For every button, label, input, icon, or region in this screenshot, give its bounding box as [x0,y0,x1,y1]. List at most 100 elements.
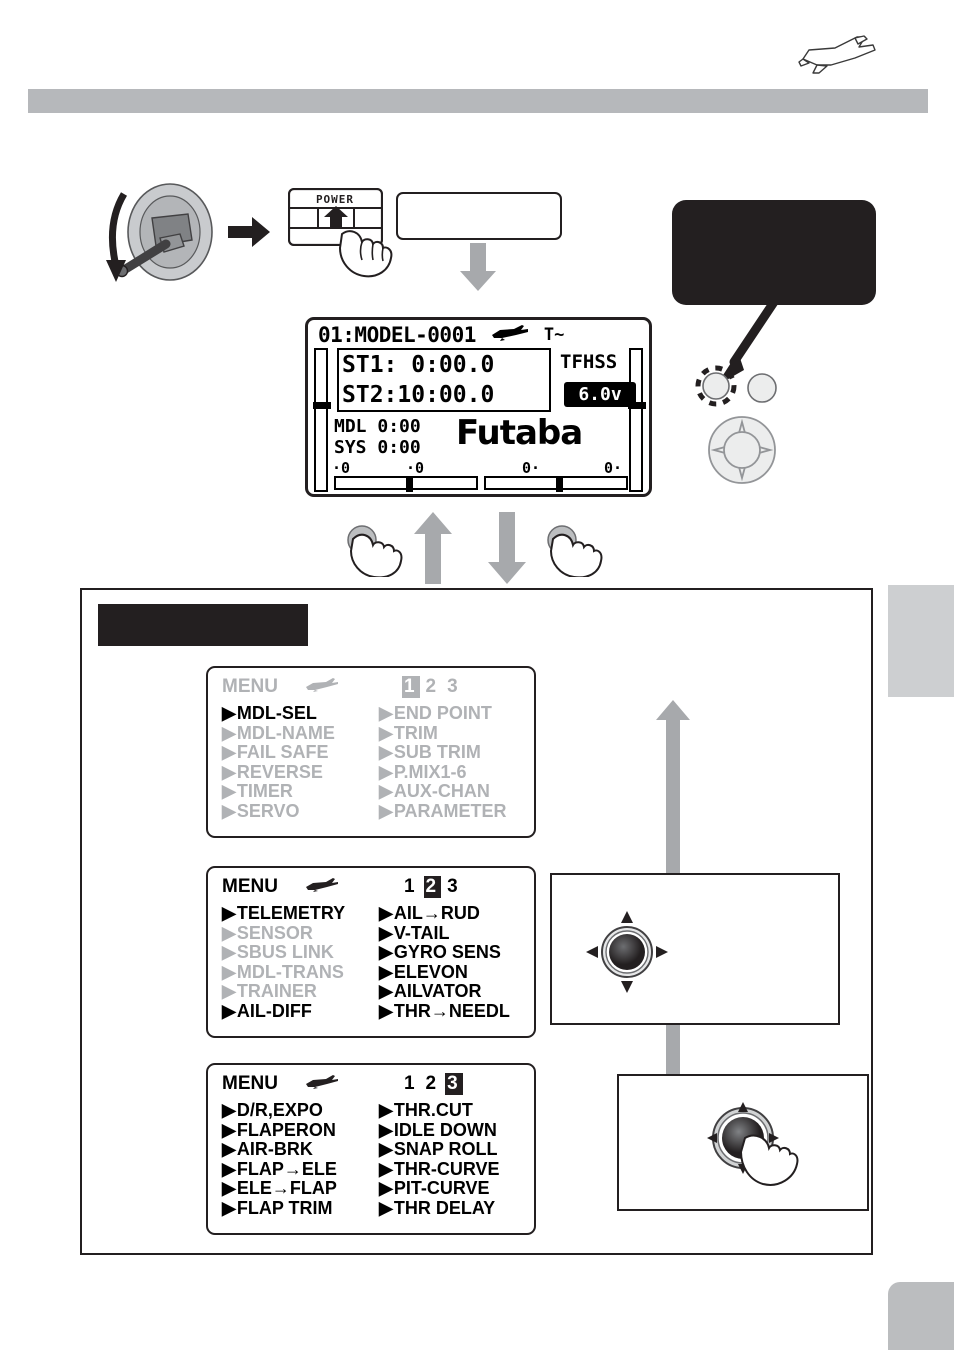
lcd-trim-bars [334,476,628,492]
caption-box [396,192,562,240]
menu-item[interactable]: ▶MDL-NAME [222,723,371,744]
menu-item[interactable]: ▶TELEMETRY [222,903,345,923]
menu-item[interactable]: ▶D/R,EXPO [222,1100,323,1120]
menu-item[interactable]: ▶SENSOR [222,923,371,944]
menu-item[interactable]: ▶AIR-BRK [222,1139,371,1160]
menu-item[interactable]: ▶FAIL SAFE [222,742,371,763]
menu-header: MENU 1 2 3 [208,674,534,700]
futaba-brand-logo: Futaba [456,413,583,453]
page-tab[interactable]: 3 [445,1073,463,1095]
lcd-counters: MDL 0:00 SYS 0:00 [334,416,421,458]
menu-title: MENU [222,1073,278,1094]
lcd-model-name: 01:MODEL-0001 [318,323,476,347]
menu-item[interactable]: ▶SUB TRIM [379,742,534,763]
menu-left-column: ▶MDL-SEL ▶MDL-NAME ▶FAIL SAFE ▶REVERSE ▶… [208,703,371,822]
page-tab[interactable]: 3 [445,876,463,898]
menu-page-indicator: 1 2 3 [402,1073,463,1095]
menu-item[interactable]: ▶END POINT [379,703,534,724]
menu-header: MENU 1 2 3 [208,874,534,900]
arrow-right-icon [228,215,270,249]
menu-item[interactable]: ▶ELEVON [379,962,534,983]
menu-title: MENU [222,876,278,897]
hand-press-icon [338,228,400,280]
menu-item[interactable]: ▶THR→NEEDL [379,1001,534,1022]
menu-item[interactable]: ▶FLAP TRIM [222,1198,371,1219]
four-way-dial-icon [708,416,776,484]
menu-item[interactable]: ▶ELE→FLAP [222,1179,371,1199]
menu-item[interactable]: ▶AIL→RUD [379,903,534,924]
menu-item[interactable]: ▶SERVO [222,801,371,822]
callout-box [672,200,876,305]
page-tab[interactable]: 2 [423,876,442,898]
menu-item[interactable]: ▶AIL-DIFF [222,1001,371,1022]
throttle-stick-icon [100,182,220,287]
menu-item[interactable]: ▶TRAINER [222,982,371,1002]
trim-bar [334,476,478,492]
airplane-glyph-icon [490,325,530,345]
page-tab[interactable]: 1 [401,676,420,698]
menu-item[interactable]: ▶TIMER [222,782,371,802]
menu-item[interactable]: ▶REVERSE [222,762,371,783]
airplane-glyph-icon [304,876,340,898]
end-button-icon [695,365,737,407]
lcd-timer-st2: ST2:10:00.0 [342,382,495,408]
trim-bar [484,476,628,492]
menu-item[interactable]: ▶THR.CUT [379,1100,534,1121]
lcd-menu-page-1: MENU 1 2 3 ▶MDL-SEL ▶MDL-NAME ▶FAIL SAFE… [206,666,536,838]
menu-item[interactable]: ▶AUX-CHAN [379,782,534,802]
lcd-system-mode: TFHSS [560,351,618,373]
hand-press-button-icon [545,525,607,579]
dial-press-box [617,1074,869,1211]
page-tab[interactable]: 2 [424,1073,442,1095]
header-rule-bar [28,89,928,113]
trim-value: 0· [603,459,622,477]
mode-button-icon [747,373,777,403]
arrow-down-icon [621,981,633,993]
menu-page-indicator: 1 2 3 [401,676,463,698]
dial-navigate-box [550,873,840,1025]
lcd-timer-st1: ST1: 0:00.0 [342,352,495,378]
trim-value: ·0 [332,459,351,477]
menu-item[interactable]: ▶THR-CURVE [379,1159,534,1180]
menu-item[interactable]: ▶PARAMETER [379,801,534,822]
menu-item[interactable]: ▶SBUS LINK [222,942,371,963]
arrow-left-icon [586,946,598,958]
transmitter-button-cluster [690,358,810,488]
lcd-home-screen: 01:MODEL-0001 T~ ST1: 0:00.0 ST2:10:00.0 [305,317,652,497]
menu-header: MENU 1 2 3 [208,1071,534,1097]
airplane-lineart-icon [795,32,881,80]
page-tab[interactable]: 3 [445,676,463,698]
menu-item[interactable]: ▶V-TAIL [379,923,534,944]
lcd-title-row: 01:MODEL-0001 T~ [318,323,644,347]
arrow-right-icon [656,946,668,958]
menu-item[interactable]: ▶P.MIX1-6 [379,762,534,783]
menu-right-column: ▶THR.CUT ▶IDLE DOWN ▶SNAP ROLL ▶THR-CURV… [371,1100,534,1219]
power-switch-label: POWER [316,193,354,206]
menu-item[interactable]: ▶SNAP ROLL [379,1139,534,1160]
menu-item[interactable]: ▶THR DELAY [379,1198,534,1219]
menu-left-column: ▶D/R,EXPO ▶FLAPERON ▶AIR-BRK ▶FLAP→ELE ▶… [208,1100,371,1219]
menu-item[interactable]: ▶AILVATOR [379,982,534,1002]
lcd-battery-voltage: 6.0v [564,382,636,407]
page-tab[interactable]: 2 [424,676,442,698]
lcd-timer-box: ST1: 0:00.0 ST2:10:00.0 [337,348,551,412]
page-tab[interactable]: 1 [402,1073,420,1095]
menu-item[interactable]: ▶FLAPERON [222,1120,371,1141]
menu-item[interactable]: ▶FLAP→ELE [222,1159,371,1180]
arrow-up-icon [412,512,454,584]
menu-item[interactable]: ▶MDL-TRANS [222,962,371,983]
page-tab[interactable]: 1 [402,876,420,898]
trim-value: ·0 [406,459,425,477]
menu-item[interactable]: ▶IDLE DOWN [379,1120,534,1141]
hand-press-button-icon [345,525,407,579]
procedure-panel: MENU 1 2 3 ▶MDL-SEL ▶MDL-NAME ▶FAIL SAFE… [80,588,873,1255]
menu-right-column: ▶AIL→RUD ▶V-TAIL ▶GYRO SENS ▶ELEVON ▶AIL… [371,903,534,1022]
menu-page-indicator: 1 2 3 [402,876,463,898]
menu-item[interactable]: ▶GYRO SENS [379,942,534,963]
lcd-menu-page-2: MENU 1 2 3 ▶TELEMETRY ▶SENSOR ▶SBUS LINK… [206,866,536,1038]
menu-item[interactable]: ▶MDL-SEL [222,703,317,723]
menu-item[interactable]: ▶PIT-CURVE [379,1179,534,1199]
page-tab-lower [888,1282,954,1350]
lcd-menu-page-3: MENU 1 2 3 ▶D/R,EXPO ▶FLAPERON ▶AIR-BRK … [206,1063,536,1235]
menu-item[interactable]: ▶TRIM [379,723,534,744]
